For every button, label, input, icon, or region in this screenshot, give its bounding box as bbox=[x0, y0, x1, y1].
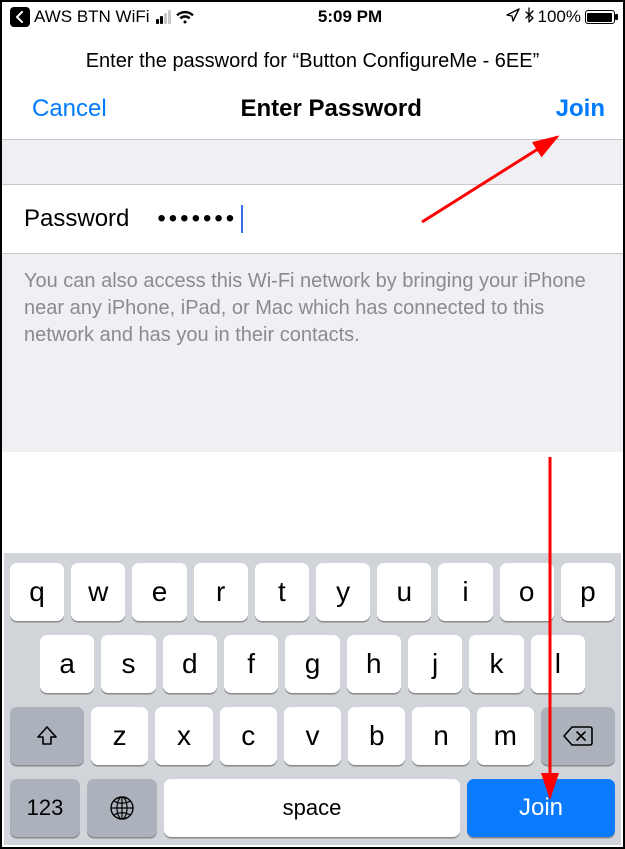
backspace-icon bbox=[563, 725, 593, 747]
shift-key[interactable] bbox=[10, 707, 84, 765]
password-mask: ••••••• bbox=[157, 205, 237, 233]
key-s[interactable]: s bbox=[101, 635, 155, 693]
key-p[interactable]: p bbox=[561, 563, 615, 621]
carrier-label: AWS BTN WiFi bbox=[34, 7, 150, 27]
help-text: You can also access this Wi-Fi network b… bbox=[24, 268, 601, 349]
keyboard-join-key[interactable]: Join bbox=[467, 779, 615, 837]
numbers-key[interactable]: 123 bbox=[10, 779, 80, 837]
key-w[interactable]: w bbox=[71, 563, 125, 621]
back-app-icon[interactable] bbox=[10, 7, 30, 27]
bluetooth-icon bbox=[524, 7, 534, 28]
prompt-subtitle: Enter the password for “Button Configure… bbox=[2, 32, 623, 79]
key-x[interactable]: x bbox=[155, 707, 212, 765]
password-input[interactable]: ••••••• bbox=[157, 205, 243, 233]
key-e[interactable]: e bbox=[132, 563, 186, 621]
key-g[interactable]: g bbox=[285, 635, 339, 693]
key-i[interactable]: i bbox=[438, 563, 492, 621]
key-r[interactable]: r bbox=[194, 563, 248, 621]
keyboard-row-4: 123 space Join bbox=[10, 779, 615, 837]
keyboard-row-2: a s d f g h j k l bbox=[10, 635, 615, 693]
cancel-button[interactable]: Cancel bbox=[32, 95, 107, 123]
cell-signal-icon bbox=[156, 10, 171, 24]
status-right: 100% bbox=[506, 7, 615, 28]
key-y[interactable]: y bbox=[316, 563, 370, 621]
join-button[interactable]: Join bbox=[556, 95, 605, 123]
keyboard: q w e r t y u i o p a s d f g h j k l z … bbox=[4, 553, 621, 845]
key-c[interactable]: c bbox=[220, 707, 277, 765]
page-title: Enter Password bbox=[240, 95, 421, 123]
key-b[interactable]: b bbox=[348, 707, 405, 765]
help-area: You can also access this Wi-Fi network b… bbox=[2, 254, 623, 452]
password-row[interactable]: Password ••••••• bbox=[2, 185, 623, 254]
shift-icon bbox=[35, 724, 59, 748]
key-h[interactable]: h bbox=[347, 635, 401, 693]
text-caret bbox=[241, 205, 243, 233]
battery-icon bbox=[585, 10, 615, 24]
space-key[interactable]: space bbox=[164, 779, 460, 837]
keyboard-row-1: q w e r t y u i o p bbox=[10, 563, 615, 621]
status-bar: AWS BTN WiFi 5:09 PM 100% bbox=[2, 2, 623, 32]
globe-key[interactable] bbox=[87, 779, 157, 837]
key-t[interactable]: t bbox=[255, 563, 309, 621]
key-v[interactable]: v bbox=[284, 707, 341, 765]
status-left: AWS BTN WiFi bbox=[10, 7, 195, 27]
key-u[interactable]: u bbox=[377, 563, 431, 621]
wifi-icon bbox=[175, 9, 195, 25]
battery-percent: 100% bbox=[538, 7, 581, 27]
key-n[interactable]: n bbox=[412, 707, 469, 765]
key-o[interactable]: o bbox=[500, 563, 554, 621]
globe-icon bbox=[109, 795, 135, 821]
section-gap bbox=[2, 139, 623, 185]
key-z[interactable]: z bbox=[91, 707, 148, 765]
key-f[interactable]: f bbox=[224, 635, 278, 693]
keyboard-row-3: z x c v b n m bbox=[10, 707, 615, 765]
key-a[interactable]: a bbox=[40, 635, 94, 693]
password-label: Password bbox=[24, 205, 129, 233]
key-m[interactable]: m bbox=[477, 707, 534, 765]
nav-bar: Cancel Enter Password Join bbox=[2, 79, 623, 139]
key-j[interactable]: j bbox=[408, 635, 462, 693]
key-d[interactable]: d bbox=[163, 635, 217, 693]
location-icon bbox=[506, 7, 520, 27]
clock: 5:09 PM bbox=[318, 7, 382, 27]
key-q[interactable]: q bbox=[10, 563, 64, 621]
backspace-key[interactable] bbox=[541, 707, 615, 765]
key-k[interactable]: k bbox=[469, 635, 523, 693]
key-l[interactable]: l bbox=[531, 635, 585, 693]
